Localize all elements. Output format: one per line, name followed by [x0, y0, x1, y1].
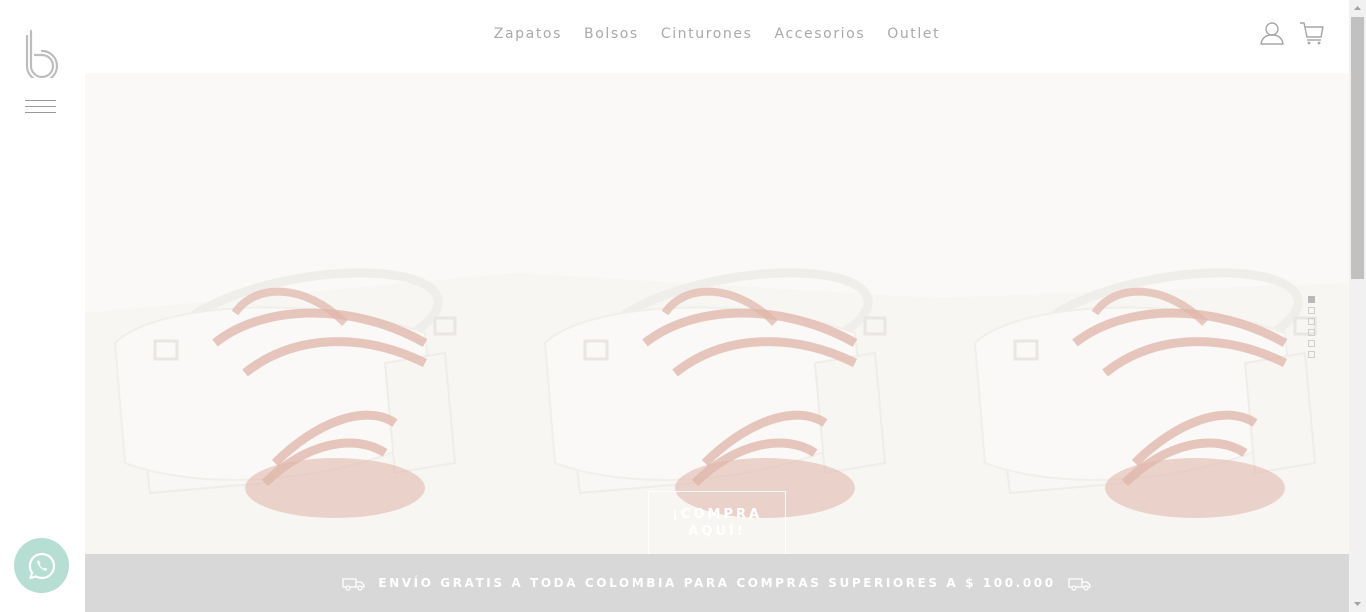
shopping-cart-icon[interactable]: [1299, 20, 1325, 46]
page-scrollbar[interactable]: [1349, 0, 1366, 612]
top-header: Zapatos Bolsos Cinturones Accesorios Out…: [85, 0, 1349, 73]
header-actions: [1259, 20, 1325, 46]
whatsapp-icon: [28, 552, 55, 579]
left-sidebar: [0, 0, 85, 612]
slider-pagination: [1308, 296, 1316, 362]
scrollbar-thumb[interactable]: [1351, 17, 1364, 279]
truck-icon: [342, 578, 365, 591]
hamburger-line: [25, 106, 56, 107]
hamburger-line: [25, 100, 56, 101]
slider-dot[interactable]: [1308, 351, 1315, 358]
shop-now-label: ¡COMPRA AQUÍ!: [672, 507, 763, 539]
hamburger-line: [25, 112, 56, 113]
slider-dot[interactable]: [1308, 329, 1315, 336]
shop-now-button[interactable]: ¡COMPRA AQUÍ!: [648, 491, 786, 554]
hero-overlay: [85, 73, 1349, 554]
brand-logo[interactable]: [24, 28, 60, 78]
nav-item-cinturones[interactable]: Cinturones: [661, 24, 753, 44]
whatsapp-chat-button[interactable]: [14, 538, 69, 593]
scroll-up-arrow-icon[interactable]: [1349, 0, 1366, 17]
slider-dot[interactable]: [1308, 307, 1315, 314]
nav-item-bolsos[interactable]: Bolsos: [584, 24, 639, 44]
menu-hamburger-button[interactable]: [25, 99, 56, 115]
truck-icon: [1068, 578, 1091, 591]
main-nav: Zapatos Bolsos Cinturones Accesorios Out…: [85, 24, 1349, 44]
slider-dot[interactable]: [1308, 318, 1315, 325]
hero-banner[interactable]: ¡COMPRA AQUÍ!: [85, 73, 1349, 554]
slider-dot[interactable]: [1308, 340, 1315, 347]
free-shipping-banner: ENVÍO GRATIS A TODA COLOMBIA PARA COMPRA…: [85, 554, 1349, 612]
nav-item-outlet[interactable]: Outlet: [887, 24, 940, 44]
slider-dot[interactable]: [1308, 296, 1315, 303]
user-icon[interactable]: [1259, 20, 1285, 46]
scroll-down-arrow-icon[interactable]: [1349, 595, 1366, 612]
nav-item-accesorios[interactable]: Accesorios: [775, 24, 866, 44]
free-shipping-text: ENVÍO GRATIS A TODA COLOMBIA PARA COMPRA…: [378, 576, 1056, 590]
nav-item-zapatos[interactable]: Zapatos: [494, 24, 562, 44]
